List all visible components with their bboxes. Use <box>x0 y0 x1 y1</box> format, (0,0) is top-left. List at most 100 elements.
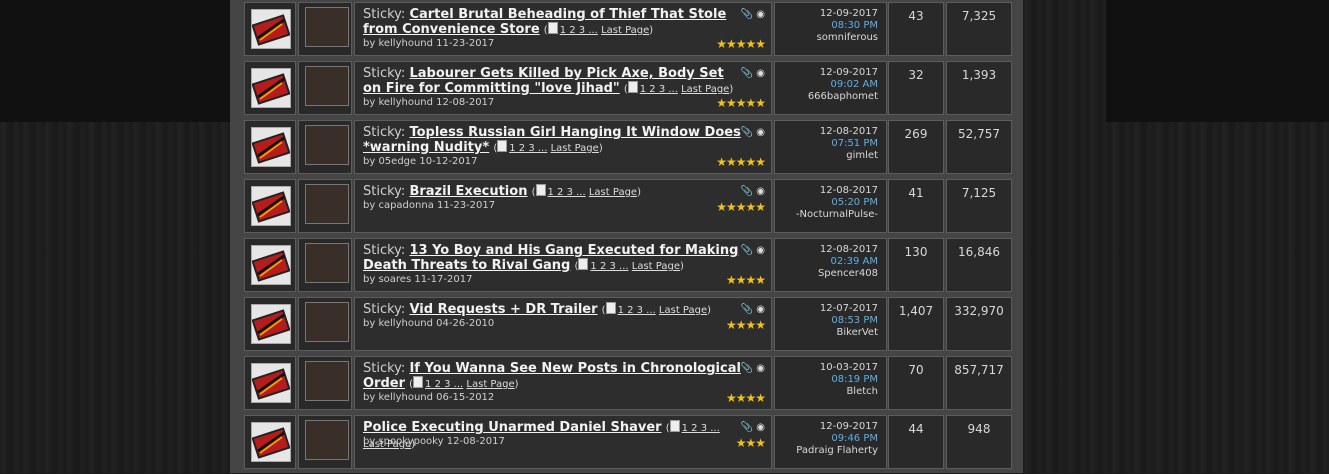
replies-cell: 32 <box>888 61 944 115</box>
multipage-icon <box>535 184 546 196</box>
multipage-icon <box>605 302 616 314</box>
multipage-icon <box>669 420 680 432</box>
title-line: Sticky: 13 Yo Boy and His Gang Executed … <box>363 243 743 274</box>
view-count: 7,125 <box>961 186 997 200</box>
last-post-date: 12-09-2017 <box>819 421 878 432</box>
replies-cell: 1,407 <box>888 297 944 351</box>
last-post-cell: 12-09-2017 08:30 PM somniferous <box>774 2 887 56</box>
views-cell: 857,717 <box>946 356 1012 410</box>
status-cell <box>244 61 296 115</box>
page-links: (1 2 3 ... Last Page) <box>532 184 641 198</box>
sticky-label: Sticky: <box>363 184 406 199</box>
page-links: (1 2 3 ... Last Page) <box>575 258 684 272</box>
view-count: 332,970 <box>954 304 1004 318</box>
thread-thumbnail[interactable] <box>305 66 349 106</box>
thread-thumbnail[interactable] <box>305 7 349 47</box>
attachment-icon: 📎 ◉ <box>740 422 765 433</box>
thread-title-link[interactable]: Brazil Execution <box>409 184 527 199</box>
page-numbers[interactable]: 1 2 3 ... <box>590 261 628 272</box>
title-line: Sticky: Labourer Gets Killed by Pick Axe… <box>363 66 743 97</box>
last-post-time: 09:46 PM <box>831 433 878 444</box>
replies-cell: 269 <box>888 120 944 174</box>
last-page-link[interactable]: Last Page <box>681 84 729 95</box>
last-post-cell: 10-03-2017 08:19 PM Bletch <box>774 356 887 410</box>
attachment-icon: 📎 ◉ <box>740 363 765 374</box>
last-post-date: 12-07-2017 <box>819 303 878 314</box>
last-page-link[interactable]: Last Page <box>551 143 599 154</box>
multipage-icon <box>413 376 424 388</box>
views-cell: 16,846 <box>946 238 1012 292</box>
last-page-link[interactable]: Last Page <box>589 187 637 198</box>
status-cell <box>244 179 296 233</box>
thread-starter[interactable]: by spookypooky 12-08-2017 <box>363 436 505 447</box>
last-post-user[interactable]: somniferous <box>817 32 878 44</box>
thread-starter[interactable]: by kellyhound 06-15-2012 <box>363 392 494 403</box>
status-cell <box>244 297 296 351</box>
thread-starter[interactable]: by 05edge 10-12-2017 <box>363 156 477 167</box>
thread-starter[interactable]: by kellyhound 12-08-2017 <box>363 97 494 108</box>
thread-starter[interactable]: by kellyhound 04-26-2010 <box>363 318 494 329</box>
rating-stars: ★★★★ <box>725 391 766 405</box>
page-numbers[interactable]: 1 2 3 ... <box>548 187 586 198</box>
page-numbers[interactable]: 1 2 3 ... <box>425 379 463 390</box>
thread-status-icon <box>251 68 291 108</box>
last-page-link[interactable]: Last Page <box>659 305 707 316</box>
reply-count[interactable]: 70 <box>889 363 943 377</box>
last-post-user[interactable]: -NocturnalPulse- <box>796 209 878 221</box>
thread-thumbnail[interactable] <box>305 420 349 460</box>
last-post-user[interactable]: Bletch <box>846 386 878 398</box>
views-cell: 332,970 <box>946 297 1012 351</box>
last-post-user[interactable]: gimlet <box>846 150 878 162</box>
reply-count[interactable]: 1,407 <box>889 304 943 318</box>
last-post-cell: 12-08-2017 07:51 PM gimlet <box>774 120 887 174</box>
title-line: Sticky: Vid Requests + DR Trailer (1 2 3… <box>363 302 743 318</box>
page-numbers[interactable]: 1 2 3 ... <box>618 305 656 316</box>
reply-count[interactable]: 43 <box>889 9 943 23</box>
page-numbers[interactable]: 1 2 3 ... <box>682 423 720 434</box>
last-page-link[interactable]: Last Page <box>466 379 514 390</box>
status-cell <box>244 2 296 56</box>
thread-starter[interactable]: by kellyhound 11-23-2017 <box>363 38 494 49</box>
last-page-link[interactable]: Last Page <box>601 25 649 36</box>
thread-thumbnail[interactable] <box>305 184 349 224</box>
last-post-date: 12-09-2017 <box>819 67 878 78</box>
rating-stars: ★★★★★ <box>716 37 766 51</box>
reply-count[interactable]: 41 <box>889 186 943 200</box>
thread-thumbnail[interactable] <box>305 302 349 342</box>
thread-title-cell: Sticky: Labourer Gets Killed by Pick Axe… <box>354 61 772 115</box>
page-numbers[interactable]: 1 2 3 ... <box>640 84 678 95</box>
last-post-user[interactable]: Padraig Flaherty <box>796 445 878 457</box>
thread-starter[interactable]: by capadonna 11-23-2017 <box>363 200 495 211</box>
page-numbers[interactable]: 1 2 3 ... <box>560 25 598 36</box>
last-post-user[interactable]: BikerVet <box>837 327 878 339</box>
last-post-user[interactable]: 666baphomet <box>808 91 878 103</box>
attachment-icon: 📎 ◉ <box>740 304 765 315</box>
thread-row: Sticky: Cartel Brutal Beheading of Thief… <box>230 2 1023 61</box>
thread-row: Sticky: Labourer Gets Killed by Pick Axe… <box>230 61 1023 120</box>
reply-count[interactable]: 130 <box>889 245 943 259</box>
thread-row: Sticky: If You Wanna See New Posts in Ch… <box>230 356 1023 415</box>
thread-title-cell: Sticky: Vid Requests + DR Trailer (1 2 3… <box>354 297 772 351</box>
reply-count[interactable]: 32 <box>889 68 943 82</box>
thread-starter[interactable]: by soares 11-17-2017 <box>363 274 472 285</box>
status-cell <box>244 238 296 292</box>
thread-thumbnail[interactable] <box>305 243 349 283</box>
last-post-user[interactable]: Spencer408 <box>818 268 878 280</box>
rating-stars: ★★★★★ <box>716 96 766 110</box>
last-post-time: 08:19 PM <box>831 374 878 385</box>
page-numbers[interactable]: 1 2 3 ... <box>509 143 547 154</box>
reply-count[interactable]: 269 <box>889 127 943 141</box>
thread-thumbnail[interactable] <box>305 125 349 165</box>
sticky-label: Sticky: <box>363 66 406 81</box>
thread-title-link[interactable]: Vid Requests + DR Trailer <box>409 302 597 317</box>
rating-stars: ★★★ <box>735 436 766 450</box>
thread-title-link[interactable]: Police Executing Unarmed Daniel Shaver <box>363 420 662 435</box>
multipage-icon <box>627 81 638 93</box>
last-page-link[interactable]: Last Page <box>632 261 680 272</box>
thread-thumbnail[interactable] <box>305 361 349 401</box>
status-cell <box>244 415 296 469</box>
attachment-icon: 📎 ◉ <box>740 127 765 138</box>
reply-count[interactable]: 44 <box>889 422 943 436</box>
sticky-label: Sticky: <box>363 243 406 258</box>
rating-stars: ★★★★ <box>725 273 766 287</box>
